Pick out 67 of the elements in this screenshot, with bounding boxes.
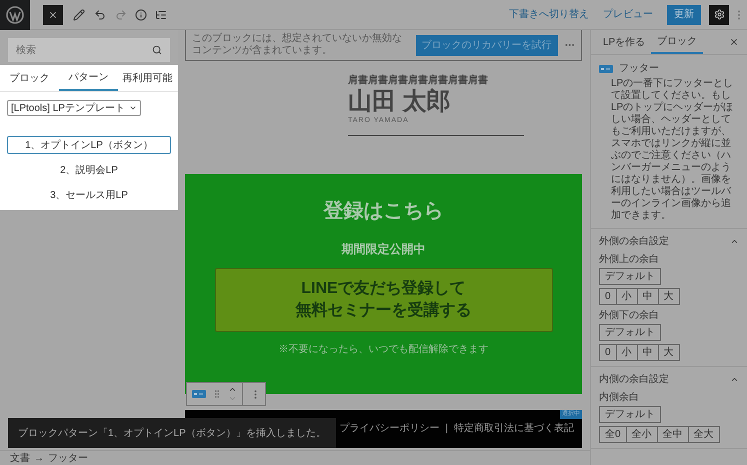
line-register-button[interactable]: LINEで友だち登録して 無料セミナーを受講する	[214, 268, 552, 332]
pattern-item[interactable]: 2、説明会LP	[7, 161, 171, 179]
spacing-option[interactable]: 全中	[656, 426, 689, 443]
spacing-option[interactable]: 大	[658, 344, 680, 361]
settings-button[interactable]	[709, 4, 729, 24]
preview-link[interactable]: プレビュー	[603, 7, 653, 22]
spacing-option[interactable]: 小	[616, 288, 638, 305]
spacing-option[interactable]: 全大	[688, 426, 720, 443]
category-select[interactable]: [LPtools] LPテンプレート	[7, 100, 141, 116]
update-button[interactable]: 更新	[667, 4, 701, 24]
search-field[interactable]: 検索	[8, 38, 170, 62]
spacing-option[interactable]: 小	[616, 344, 638, 361]
breadcrumb-link[interactable]: フッター	[48, 450, 88, 465]
setting-label: 内側余白	[599, 390, 640, 405]
setting-label: 外側上の余白	[599, 252, 660, 267]
notice-text: このブロックには、想定されていないか無効なコンテンツが含まれています。	[192, 33, 403, 57]
spacing-option[interactable]: 全0	[599, 426, 627, 443]
cta-subheading: 期間限定公開中	[342, 240, 426, 258]
close-icon	[48, 10, 58, 20]
sidebar-tab[interactable]: LPを作る	[597, 30, 652, 54]
pattern-item[interactable]: 1、オプトインLP（ボタン）	[7, 136, 171, 154]
legal-notice-link[interactable]: 特定商取引法に基づく表記	[454, 421, 574, 436]
sidebar-tab[interactable]: ブロック	[651, 30, 704, 54]
inserter-tab[interactable]: パターン	[59, 65, 118, 91]
title-line: 肩書肩書肩書肩書肩書肩書肩書	[348, 73, 488, 88]
block-name: フッター	[619, 62, 659, 76]
breadcrumb-link[interactable]: 文書	[10, 450, 30, 465]
gear-icon	[714, 9, 724, 20]
default-button[interactable]: デフォルト	[599, 268, 661, 285]
spacing-option[interactable]: 0	[599, 344, 617, 361]
undo-icon[interactable]	[94, 8, 106, 20]
spacing-option[interactable]: 中	[636, 344, 659, 361]
unsubscribe-note: ※不要になったら、いつでも配信解除できます	[278, 342, 488, 356]
snackbar-message: ブロックパターン「1、オプトインLP（ボタン）」を挿入しました。	[18, 426, 326, 440]
section-title: 内側の余白設定	[599, 372, 669, 387]
privacy-policy-link[interactable]: プライバシーポリシー	[339, 421, 440, 436]
spacing-option[interactable]: 全小	[626, 426, 658, 443]
drag-handle-icon[interactable]	[212, 389, 222, 399]
cta-heading: 登録はこちら	[324, 198, 444, 224]
chevron-down-icon	[129, 104, 137, 112]
wordpress-logo[interactable]	[0, 0, 30, 30]
default-button[interactable]: デフォルト	[599, 324, 661, 341]
spacing-option[interactable]: 中	[636, 288, 659, 305]
inserter-tab[interactable]: ブロック	[0, 65, 59, 91]
name-heading: 山田 太郎	[348, 88, 451, 116]
spacing-option[interactable]: 大	[658, 288, 680, 305]
pattern-item[interactable]: 3、セールス用LP	[7, 186, 171, 204]
spacing-option[interactable]: 0	[599, 288, 617, 305]
section-toggle[interactable]	[730, 237, 739, 246]
close-button[interactable]	[43, 4, 63, 24]
switch-to-draft-link[interactable]: 下書きへ切り替え	[509, 7, 589, 22]
edit-icon[interactable]	[73, 8, 85, 20]
default-button[interactable]: デフォルト	[599, 406, 661, 423]
list-view-icon[interactable]	[155, 8, 167, 20]
block-description: LPの一番下にフッターとして設置してください。もしLPのトップにヘッダーがほしい場合、ヘッダーとしてもご利用いただけますが、スマホではリンクが縦に並ぶのでご注意ください（ハンバーガーメニューのようにはなりません）。画像を利用したい場合はツールバーのインライン画像から追加できます。	[610, 78, 734, 222]
close-icon[interactable]	[729, 37, 739, 47]
search-input[interactable]: 検索	[16, 42, 152, 58]
breadcrumb-separator: →	[34, 452, 44, 465]
search-icon	[152, 45, 162, 55]
footer-block-icon	[192, 390, 206, 398]
inserter-tab[interactable]: 再利用可能	[118, 65, 177, 91]
section-title: 外側の余白設定	[599, 234, 669, 249]
section-toggle[interactable]	[730, 375, 739, 384]
link-separator: |	[445, 422, 448, 436]
footer-block-icon	[599, 64, 613, 72]
info-icon[interactable]	[135, 8, 147, 20]
setting-label: 外側下の余白	[599, 309, 660, 323]
